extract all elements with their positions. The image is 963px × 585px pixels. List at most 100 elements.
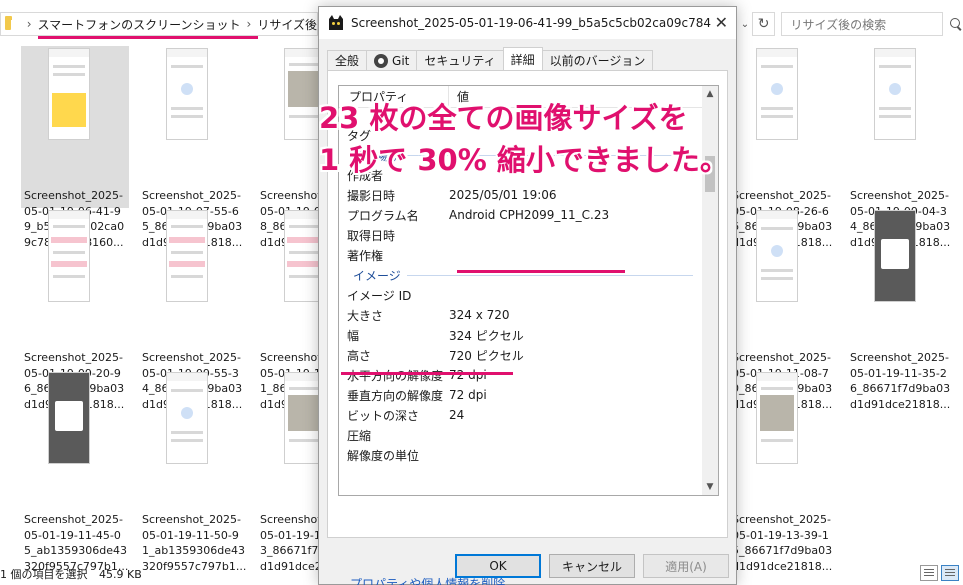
- file-name-line: 05-01-19-11-45-0: [24, 528, 121, 542]
- file-thumbnail: [756, 210, 798, 302]
- file-name-line: d1d91dce21818...: [850, 397, 951, 411]
- property-value: 24: [449, 408, 465, 422]
- file-name-line: Screenshot_2025-: [850, 189, 950, 202]
- property-group-label: イメージ: [353, 268, 401, 283]
- file-thumbnail: [166, 210, 208, 302]
- file-thumbnail: [48, 210, 90, 302]
- property-name: プログラム名: [347, 208, 419, 223]
- property-row[interactable]: 水平方向の解像度 72 dpi: [339, 365, 703, 385]
- annotation-line-2: 1 秒で 30% 縮小できました。: [319, 143, 729, 177]
- file-item[interactable]: Screenshot_2025-05-01-19-09-04-34_86671f…: [847, 46, 955, 249]
- file-name-line: Screenshot_2025-: [142, 351, 242, 364]
- property-row[interactable]: イメージ ID: [339, 285, 703, 305]
- property-name: 垂直方向の解像度: [347, 388, 444, 403]
- property-name: 撮影日時: [347, 188, 396, 203]
- program-name-highlight-underline: [457, 270, 625, 273]
- close-icon[interactable]: ✕: [715, 13, 728, 32]
- chevron-right-icon: ›: [26, 17, 32, 31]
- file-name-line: Screenshot_2025-: [732, 351, 832, 364]
- tab-general[interactable]: 全般: [327, 50, 368, 70]
- tab-general-label: 全般: [335, 54, 360, 68]
- tab-details[interactable]: 詳細: [502, 47, 543, 70]
- tab-details-label: 詳細: [510, 52, 535, 67]
- property-name: 幅: [347, 328, 360, 343]
- property-name: 水平方向の解像度: [347, 368, 444, 383]
- file-item[interactable]: Screenshot_2025-05-01-19-08-26-66_86671f…: [729, 46, 837, 249]
- chevron-down-icon[interactable]: ⌄: [738, 19, 752, 30]
- file-item[interactable]: Screenshot_2025- 05-01-19-11-45-0 5_ab1359…: [21, 370, 129, 573]
- file-name-line: 1_ab1359306de43: [142, 544, 245, 557]
- file-name-line: Screenshot_2025-: [732, 513, 832, 526]
- cancel-button[interactable]: キャンセル: [549, 554, 635, 578]
- file-name-line: 320f9557c797b1...: [142, 559, 247, 573]
- file-item[interactable]: Screenshot_2025-05-01-19-11-08-70_86671f…: [729, 208, 837, 411]
- annotation-overlay: 23 枚の全ての画像サイズを 1 秒で 30% 縮小できました。: [319, 98, 729, 182]
- file-thumbnail: [756, 48, 798, 140]
- tab-git[interactable]: Git: [366, 50, 418, 70]
- property-row[interactable]: 高さ 720 ピクセル: [339, 345, 703, 365]
- property-name: 著作権: [347, 248, 384, 263]
- property-row[interactable]: 圧縮: [339, 425, 703, 445]
- file-item[interactable]: Screenshot_2025- 05-01-19-11-50-9 1_ab1359…: [139, 370, 247, 573]
- scroll-down-icon[interactable]: ▼: [702, 479, 718, 495]
- property-row[interactable]: 著作権: [339, 245, 703, 265]
- file-item[interactable]: Screenshot_2025- 05-01-19-11-35-2 6_86671f…: [847, 208, 955, 411]
- search-input[interactable]: リサイズ後の検索: [781, 12, 944, 36]
- property-row[interactable]: 大きさ 324 x 720: [339, 305, 703, 325]
- dialog-title-bar: Screenshot_2025-05-01-19-06-41-99_b5a5c5…: [319, 7, 736, 39]
- file-item[interactable]: Screenshot_2025-05-01-19-09-20-96_86671f…: [21, 208, 129, 411]
- annotation-line-1: 23 枚の全ての画像サイズを: [319, 101, 688, 135]
- property-name: 圧縮: [347, 428, 372, 443]
- black-cat-icon: [329, 15, 343, 30]
- file-name-line: 5_86671f7d9ba03: [732, 544, 833, 557]
- file-name: Screenshot_2025- 05-01-19-11-45-0 5_ab1359…: [24, 512, 128, 574]
- large-icons-view-icon[interactable]: [941, 565, 959, 581]
- tab-previous-versions[interactable]: 以前のバージョン: [541, 50, 654, 70]
- file-name: Screenshot_2025- 05-01-19-11-35-2 6_86671f…: [850, 350, 952, 412]
- file-name-line: 05-01-19-11-50-9: [142, 528, 239, 542]
- file-name-line: Screenshot_2025-: [24, 351, 124, 364]
- file-name: Screenshot_2025- 05-01-19-11-50-9 1_ab1359…: [142, 512, 247, 574]
- file-item[interactable]: Screenshot_2025-05-01-19-07-55-65_86671f…: [139, 46, 247, 249]
- ok-button[interactable]: OK: [455, 554, 541, 578]
- file-name-line: d1d91dce21818...: [732, 559, 833, 573]
- file-name-line: 6_86671f7d9ba03: [850, 382, 951, 395]
- breadcrumb-highlight-underline: [38, 36, 258, 39]
- property-value: 324 ピクセル: [449, 328, 524, 343]
- property-row[interactable]: ビットの深さ 24: [339, 405, 703, 425]
- property-row[interactable]: 幅 324 ピクセル: [339, 325, 703, 345]
- file-name-line: 5_ab1359306de43: [24, 544, 127, 557]
- status-size: 45.9 KB: [99, 568, 142, 581]
- file-name-line: Screenshot_2025-: [850, 351, 950, 364]
- file-item[interactable]: Screenshot_2025- 05-01-19-13-39-1 5_86671f…: [729, 370, 837, 573]
- search-icon[interactable]: [949, 17, 963, 31]
- file-name-line: 05-01-19-11-35-2: [850, 366, 947, 380]
- property-row[interactable]: 撮影日時 2025/05/01 19:06: [339, 185, 703, 205]
- file-name-line: 05-01-19-13-39-1: [732, 528, 829, 542]
- tab-previous-versions-label: 以前のバージョン: [549, 54, 646, 68]
- breadcrumb-item-resized[interactable]: リサイズ後: [257, 16, 317, 33]
- status-selection: 1 個の項目を選択: [0, 568, 88, 581]
- tab-security[interactable]: セキュリティ: [416, 50, 504, 70]
- address-bar[interactable]: › スマートフォンのスクリーンショット › リサイズ後: [0, 12, 318, 36]
- file-name: Screenshot_2025- 05-01-19-13-39-1 5_86671f…: [732, 512, 834, 574]
- file-item[interactable]: Screenshot_2025-05-01-19-09-55-34_86671f…: [139, 208, 247, 411]
- refresh-button[interactable]: ↻: [751, 12, 776, 36]
- property-row[interactable]: 垂直方向の解像度 72 dpi: [339, 385, 703, 405]
- apply-button[interactable]: 適用(A): [643, 554, 729, 578]
- property-value: 72 dpi: [449, 388, 487, 402]
- breadcrumb-item-screenshots[interactable]: スマートフォンのスクリーンショット: [38, 16, 241, 33]
- tab-security-label: セキュリティ: [424, 54, 496, 68]
- file-name-line: Screenshot_2025-: [142, 189, 242, 202]
- file-item[interactable]: Screenshot_2025-05-01-19-06-41-99_b5a5c5…: [21, 46, 129, 249]
- property-name: 取得日時: [347, 228, 396, 243]
- file-thumbnail: [48, 48, 90, 140]
- property-name: 大きさ: [347, 308, 384, 323]
- property-value: 720 ピクセル: [449, 348, 524, 363]
- file-thumbnail: [874, 210, 916, 302]
- dimensions-highlight-underline: [341, 372, 513, 375]
- property-row[interactable]: 取得日時: [339, 225, 703, 245]
- property-row[interactable]: 解像度の単位: [339, 445, 703, 465]
- property-row[interactable]: プログラム名 Android CPH2099_11_C.23: [339, 205, 703, 225]
- details-view-icon[interactable]: [920, 565, 938, 581]
